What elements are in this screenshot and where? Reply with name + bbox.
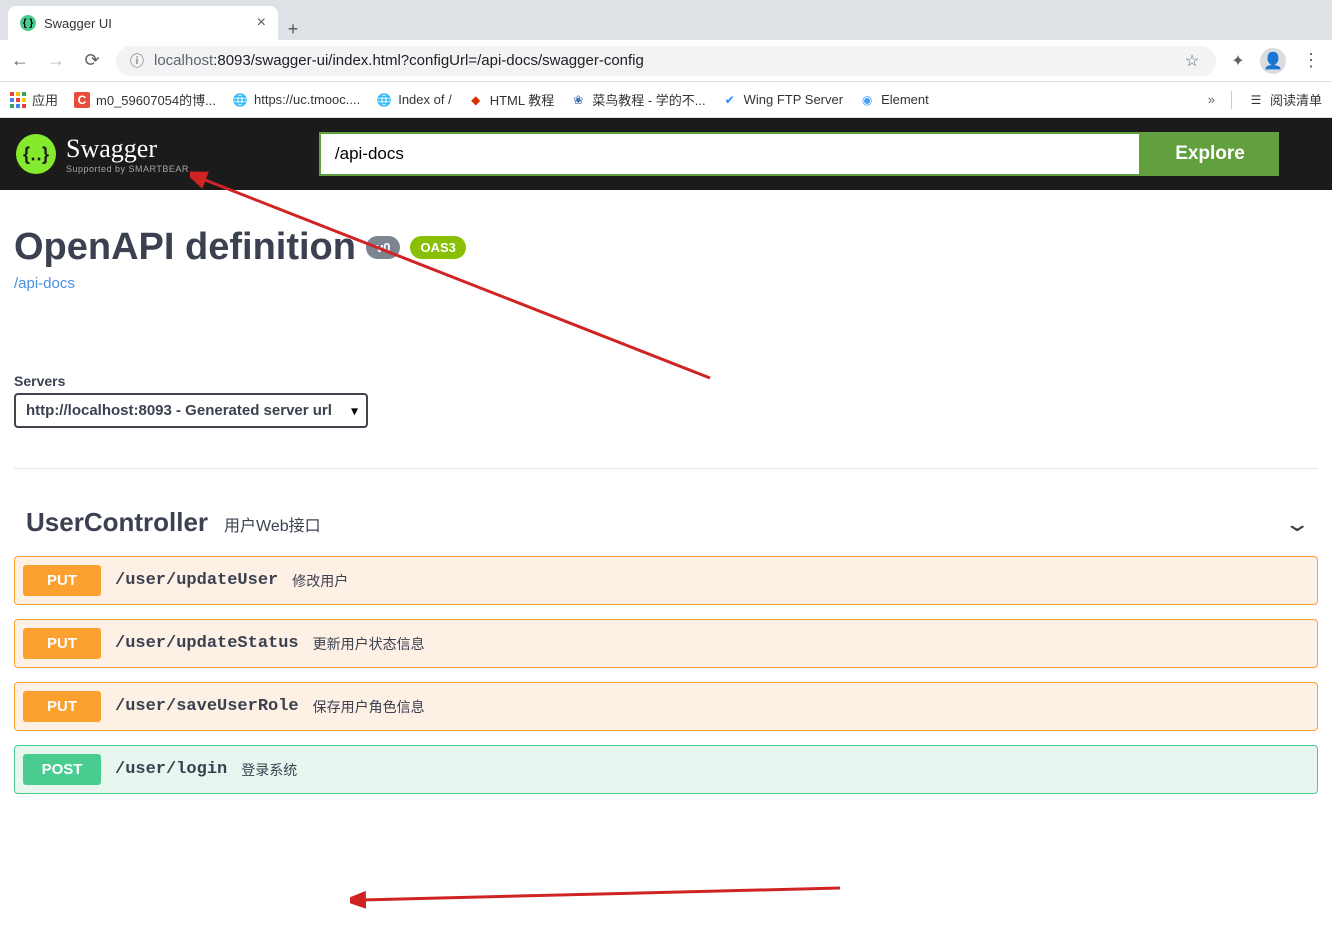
api-title: OpenAPI definition xyxy=(14,226,356,269)
apps-grid-icon xyxy=(10,92,26,108)
browser-tab[interactable]: { } Swagger UI × xyxy=(8,6,278,40)
bookmarks-bar: 应用 Cm0_59607054的博... 🌐https://uc.tmooc..… xyxy=(0,82,1332,118)
html-icon: ◆ xyxy=(468,92,484,108)
tag-name: UserController xyxy=(26,507,208,538)
runoob-icon: ❀ xyxy=(570,92,586,108)
method-badge: PUT xyxy=(23,565,101,596)
tag-description: 用户Web接口 xyxy=(224,512,321,536)
operation-row[interactable]: PUT/user/saveUserRole 保存用户角色信息 xyxy=(14,682,1318,731)
chrome-menu-icon[interactable]: ⋮ xyxy=(1298,50,1324,71)
operation-summary: 登录系统 xyxy=(241,760,297,780)
bookmark-item[interactable]: ◉Element xyxy=(859,92,929,108)
url-text: localhost:8093/swagger-ui/index.html?con… xyxy=(154,52,644,69)
bookmark-item[interactable]: Cm0_59607054的博... xyxy=(74,90,216,109)
new-tab-button[interactable]: + xyxy=(278,19,308,40)
element-icon: ◉ xyxy=(859,92,875,108)
operation-path: /user/updateStatus xyxy=(115,634,299,653)
divider xyxy=(14,468,1318,469)
explore-button[interactable]: Explore xyxy=(1141,132,1279,176)
swagger-logo-text: Swagger xyxy=(66,134,157,163)
operation-summary: 更新用户状态信息 xyxy=(313,634,425,654)
bookmark-item[interactable]: 🌐https://uc.tmooc.... xyxy=(232,92,360,108)
csdn-icon: C xyxy=(74,92,90,108)
oas-badge: OAS3 xyxy=(410,236,465,259)
servers-select[interactable]: http://localhost:8093 - Generated server… xyxy=(14,393,368,428)
spec-link[interactable]: /api-docs xyxy=(14,275,75,292)
api-title-row: OpenAPI definition v0 OAS3 xyxy=(14,226,1318,269)
swagger-logo-icon: {‥} xyxy=(16,134,56,174)
api-version-badge: v0 xyxy=(366,236,400,259)
bookmark-item[interactable]: ✔Wing FTP Server xyxy=(722,92,843,108)
operation-path: /user/login xyxy=(115,760,227,779)
reading-list-button[interactable]: ☰阅读清单 xyxy=(1248,90,1322,109)
swagger-logo-subtitle: Supported by SMARTBEAR xyxy=(66,164,189,174)
swagger-favicon: { } xyxy=(20,15,36,31)
operation-row[interactable]: PUT/user/updateUser 修改用户 xyxy=(14,556,1318,605)
operation-summary: 保存用户角色信息 xyxy=(313,697,425,717)
tag-section: UserController 用户Web接口 ⌄ PUT/user/update… xyxy=(14,493,1318,794)
operation-row[interactable]: PUT/user/updateStatus 更新用户状态信息 xyxy=(14,619,1318,668)
page-viewport: {‥} Swagger Supported by SMARTBEAR Explo… xyxy=(0,118,1332,932)
reload-button[interactable]: ⟳ xyxy=(80,50,104,71)
method-badge: PUT xyxy=(23,628,101,659)
close-icon[interactable]: × xyxy=(257,14,266,32)
method-badge: PUT xyxy=(23,691,101,722)
url-field[interactable]: ⓘ localhost:8093/swagger-ui/index.html?c… xyxy=(116,46,1216,76)
profile-icon[interactable]: 👤 xyxy=(1260,48,1286,74)
bookmarks-overflow[interactable]: » xyxy=(1208,92,1215,107)
separator xyxy=(1231,91,1232,109)
bookmark-item[interactable]: ◆HTML 教程 xyxy=(468,90,555,109)
spec-url-input[interactable] xyxy=(319,132,1141,176)
apps-label: 应用 xyxy=(32,90,58,109)
swagger-logo: {‥} Swagger Supported by SMARTBEAR xyxy=(16,134,189,174)
tag-header[interactable]: UserController 用户Web接口 ⌄ xyxy=(14,493,1318,556)
address-bar: ← → ⟳ ⓘ localhost:8093/swagger-ui/index.… xyxy=(0,40,1332,82)
globe-icon: 🌐 xyxy=(232,92,248,108)
servers-label: Servers xyxy=(14,373,1318,389)
info-icon: ⓘ xyxy=(130,51,144,71)
operation-summary: 修改用户 xyxy=(292,571,348,591)
swagger-topbar: {‥} Swagger Supported by SMARTBEAR Explo… xyxy=(0,118,1332,190)
browser-tab-strip: { } Swagger UI × + xyxy=(0,0,1332,40)
method-badge: POST xyxy=(23,754,101,785)
tab-title: Swagger UI xyxy=(44,16,249,31)
back-button[interactable]: ← xyxy=(8,50,32,71)
operation-row[interactable]: POST/user/login 登录系统 xyxy=(14,745,1318,794)
operation-path: /user/saveUserRole xyxy=(115,697,299,716)
bookmark-item[interactable]: 🌐Index of / xyxy=(376,92,451,108)
annotation-arrow xyxy=(350,880,850,910)
operation-path: /user/updateUser xyxy=(115,571,278,590)
apps-button[interactable]: 应用 xyxy=(10,90,58,109)
bookmark-item[interactable]: ❀菜鸟教程 - 学的不... xyxy=(570,90,705,109)
star-icon[interactable]: ☆ xyxy=(1182,51,1202,71)
extensions-icon[interactable]: ✦ xyxy=(1228,51,1248,71)
wing-icon: ✔ xyxy=(722,92,738,108)
chevron-down-icon: ⌄ xyxy=(1283,511,1311,537)
globe-icon: 🌐 xyxy=(376,92,392,108)
explore-form: Explore xyxy=(319,132,1279,176)
reading-list-icon: ☰ xyxy=(1248,92,1264,108)
forward-button[interactable]: → xyxy=(44,50,68,71)
